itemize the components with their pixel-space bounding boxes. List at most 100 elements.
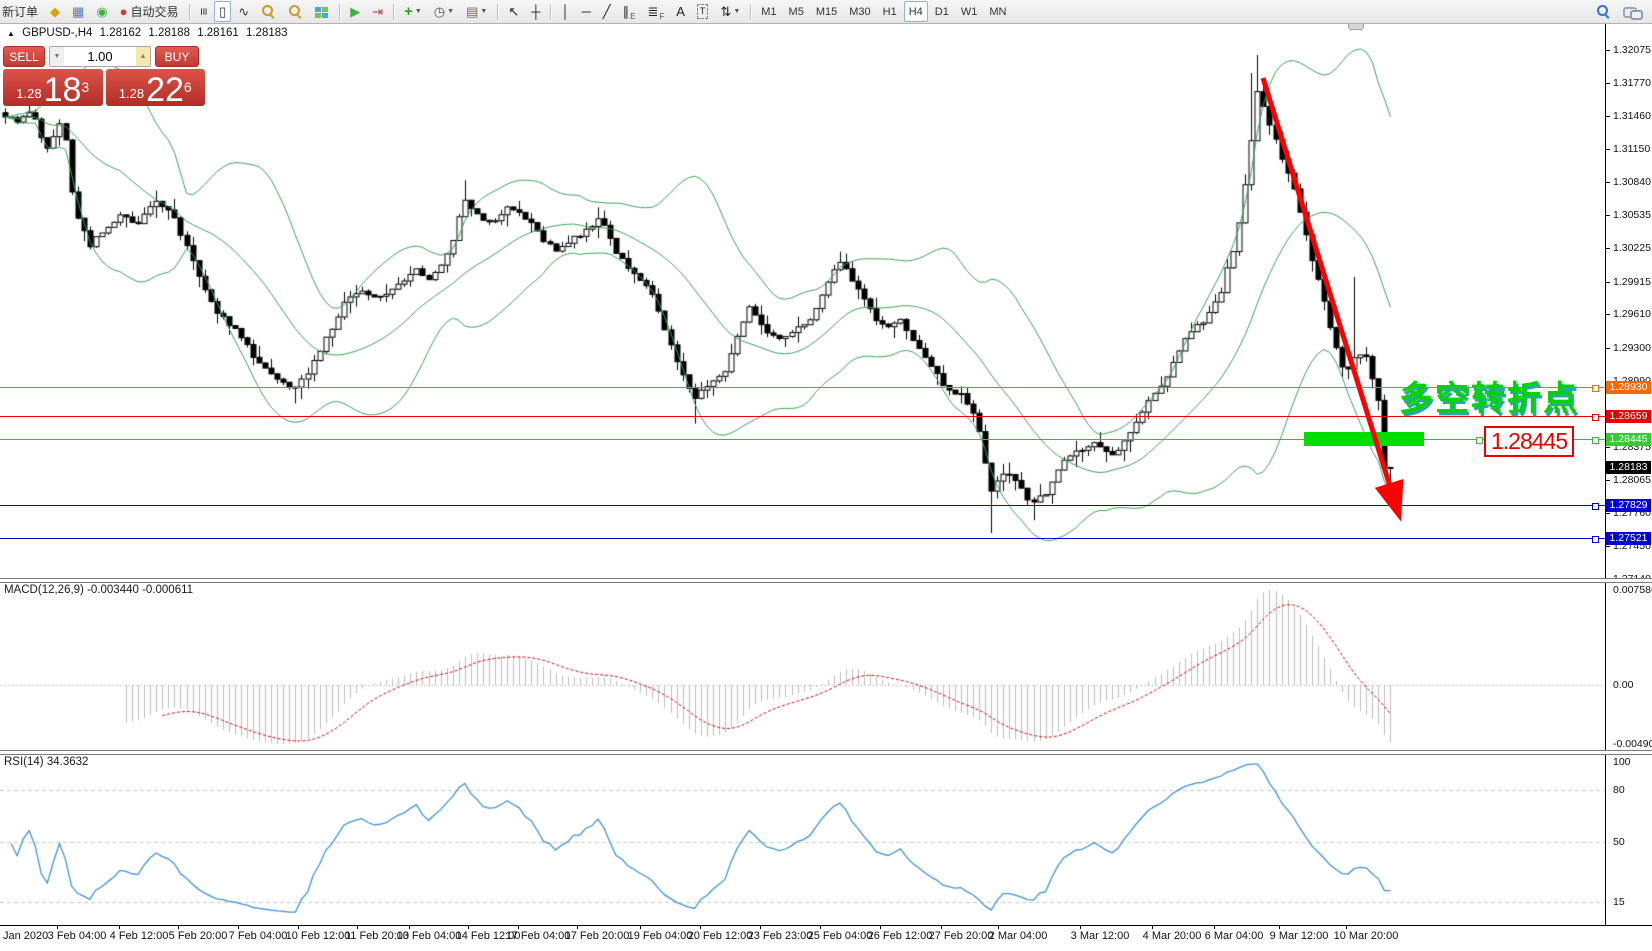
ohlc-close: 1.28183 [246,27,288,39]
crosshair-icon: ┼ [531,5,540,18]
volume-up-button[interactable]: ▲ [136,47,150,66]
buy-button[interactable]: BUY [155,46,199,67]
ohlc-open: 1.28162 [100,27,142,39]
rsi-canvas[interactable] [0,753,1605,925]
panel-separator[interactable] [0,750,1652,755]
timeframe-button-m30[interactable]: M30 [844,1,875,22]
collapse-marker[interactable]: ▲ [7,29,15,38]
resistance-line-2[interactable] [0,416,1605,417]
line-anchor[interactable] [1592,503,1599,510]
volume-down-button[interactable]: ▼ [50,47,64,66]
panel-grip[interactable] [1348,24,1364,30]
timeframe-button-d1[interactable]: D1 [930,1,954,22]
toolbar-separator [497,4,498,20]
volume-input[interactable] [64,47,136,66]
chart-window-icon[interactable]: ▦ [67,1,89,22]
price-axis-label: 1.31460 [1613,110,1651,122]
templates-icon[interactable]: ▤▼ [461,1,492,22]
candlestick-chart-icon[interactable]: ▯ [214,1,231,22]
vertical-line-icon[interactable]: │ [556,1,574,22]
sell-price-big: 18 [44,75,82,105]
zoom-out-icon[interactable] [283,1,308,22]
chat-button[interactable] [1618,1,1647,22]
add-indicator-icon: + [404,5,413,18]
toolbar-separator [550,4,551,20]
gold-icon[interactable]: ◆ [45,1,65,22]
shapes-icon: ⇅ [720,5,731,18]
timeframe-button-w1[interactable]: W1 [956,1,983,22]
bar-chart-icon[interactable]: ≡ [195,1,213,22]
zoom-in-icon [261,4,276,19]
price-callout-box[interactable]: 1.28445 [1484,426,1574,457]
line-chart-icon: ∿ [238,5,249,18]
signal-icon[interactable]: ◉ [91,1,112,22]
equidistant-channel-icon[interactable]: ∥E [618,1,641,22]
green-highlight-zone[interactable] [1304,432,1424,446]
ohlc-high: 1.28188 [148,27,190,39]
search-button[interactable] [1591,1,1616,22]
price-axis-border [1605,24,1606,925]
time-axis-label: 10 Mar 20:00 [1321,930,1411,942]
line-anchor[interactable] [1592,385,1599,392]
chart-shift-icon: ⇥ [372,5,383,18]
candlestick-canvas[interactable] [0,24,1605,578]
panel-separator[interactable] [0,578,1652,583]
line-anchor[interactable] [1592,536,1599,543]
timeframe-button-mn[interactable]: MN [984,1,1011,22]
price-badge: 1.28183 [1606,461,1651,474]
buy-price-panel[interactable]: 1.28 22 6 [106,69,206,106]
chinese-annotation[interactable]: 多空转折点 [1399,371,1579,420]
chart-shift-icon[interactable]: ⇥ [367,1,388,22]
sell-button[interactable]: SELL [3,46,45,67]
horizontal-line-icon[interactable]: ─ [577,1,596,22]
new-order-button[interactable]: 新订单 [0,1,43,22]
sell-price-panel[interactable]: 1.28 18 3 [3,69,103,106]
label-icon: T [697,4,709,19]
shapes-icon[interactable]: ⇅▼ [715,1,745,22]
search-icon [1596,4,1611,19]
periods-icon[interactable]: ◷▼ [429,1,459,22]
rsi-axis-label: 100 [1613,756,1631,768]
line-anchor[interactable] [1592,437,1599,444]
periods-icon: ◷ [434,5,445,18]
trendline-icon[interactable]: ╱ [598,1,616,22]
chart-window-icon: ▦ [72,5,84,18]
cursor-icon: ↖ [508,5,519,18]
top-toolbar: 新订单◆▦◉●自动交易≡▯∿▶⇥+▼◷▼▤▼↖┼│─╱∥E≣FAT⇅▼M1M5M… [0,0,1652,24]
line-chart-icon[interactable]: ∿ [233,1,254,22]
auto-scroll-icon[interactable]: ▶ [345,1,365,22]
price-axis-label: 1.29610 [1613,308,1651,320]
label-icon[interactable]: T [692,1,714,22]
support-line-1[interactable] [0,505,1605,506]
zoom-in-icon[interactable] [256,1,281,22]
price-axis-label: 1.30840 [1613,176,1651,188]
rsi-value: 34.3632 [47,756,89,768]
support-line-2[interactable] [0,538,1605,539]
resistance-line-1[interactable] [0,387,1605,388]
tile-windows-icon[interactable] [310,1,334,22]
price-axis-label: 1.32075 [1613,44,1651,56]
chart-symbol-label: GBPUSD-,H4 [22,27,92,39]
macd-canvas[interactable] [0,581,1605,750]
rsi-label: RSI(14) 34.3632 [4,756,88,768]
add-indicator-icon[interactable]: +▼ [399,1,427,22]
auto-trading-button[interactable]: ●自动交易 [115,1,184,22]
toolbar-separator [189,4,190,20]
main-chart-panel [0,24,1652,578]
text-icon[interactable]: A [671,1,690,22]
fibonacci-icon[interactable]: ≣F [642,1,669,22]
cursor-icon[interactable]: ↖ [503,1,524,22]
timeframe-button-h1[interactable]: H1 [878,1,902,22]
toolbar-separator [750,4,751,20]
timeframe-button-h4[interactable]: H4 [904,1,928,22]
timeframe-button-m15[interactable]: M15 [811,1,842,22]
rsi-axis-label: 80 [1613,784,1625,796]
timeframe-button-m1[interactable]: M1 [756,1,781,22]
crosshair-icon[interactable]: ┼ [526,1,545,22]
line-anchor[interactable] [1476,437,1483,444]
price-axis-label: 1.29300 [1613,342,1651,354]
signal-icon: ◉ [96,5,107,18]
timeframe-button-m5[interactable]: M5 [784,1,809,22]
line-anchor[interactable] [1592,414,1599,421]
equidistant-channel-icon: ∥ [623,5,630,18]
